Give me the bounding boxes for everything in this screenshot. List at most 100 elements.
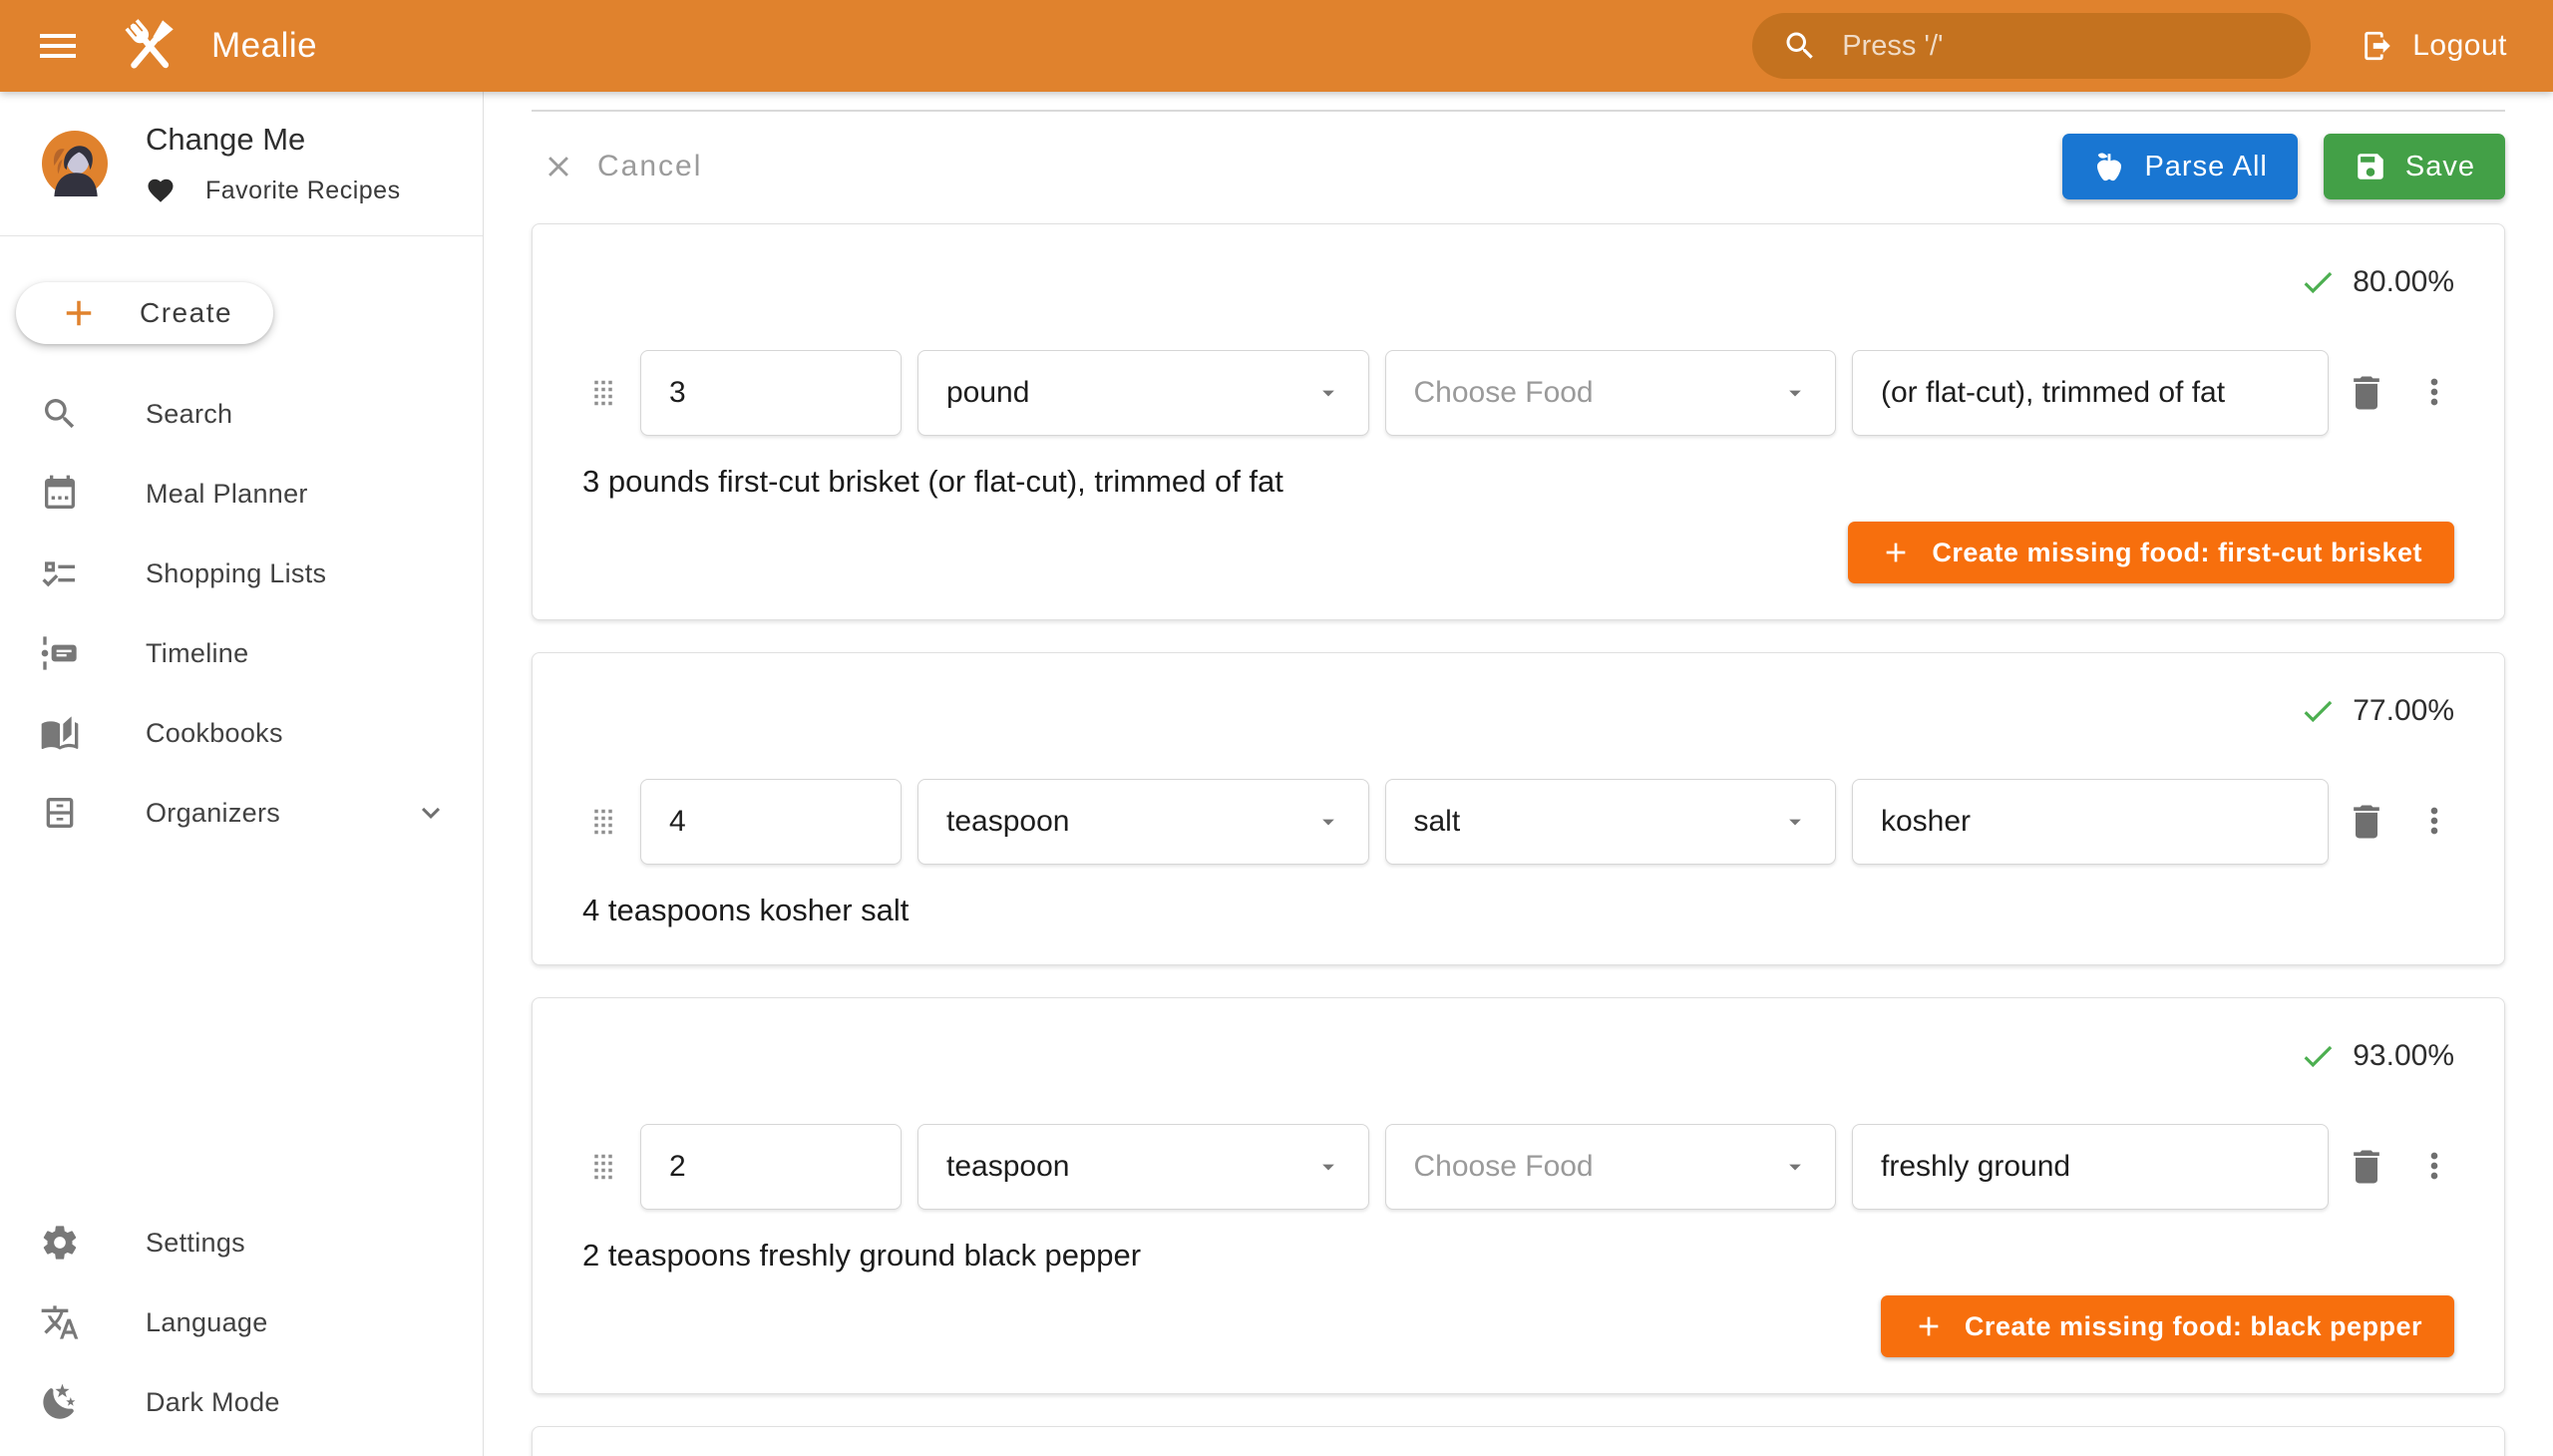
quantity-input[interactable] xyxy=(669,1150,873,1184)
note-field xyxy=(1852,1124,2329,1210)
drag-handle-icon[interactable] xyxy=(582,372,624,414)
confidence-row: 80.00% xyxy=(582,260,2454,304)
unit-select[interactable]: teaspoon xyxy=(917,779,1369,865)
missing-food-row: Create missing food: first-cut brisket xyxy=(582,522,2454,583)
unit-value: teaspoon xyxy=(946,805,1069,839)
user-profile[interactable]: Change Me Favorite Recipes xyxy=(0,92,483,235)
delete-ingredient-button[interactable] xyxy=(2345,1145,2388,1189)
food-select[interactable]: Choose Food xyxy=(1385,1124,1837,1210)
dropdown-arrow-icon xyxy=(1781,1153,1809,1181)
checklist-icon xyxy=(40,553,80,593)
confidence-row: 77.00% xyxy=(582,689,2454,733)
food-select[interactable]: Choose Food xyxy=(1385,350,1837,436)
sidebar-item-cookbooks[interactable]: Cookbooks xyxy=(0,693,483,773)
sidebar-item-organizers[interactable]: Organizers xyxy=(0,773,483,853)
search-icon xyxy=(40,394,80,434)
food-select[interactable]: salt xyxy=(1385,779,1837,865)
top-app-bar: Mealie Logout xyxy=(0,0,2553,92)
cancel-button[interactable]: Cancel xyxy=(532,150,712,183)
confidence-row: 93.00% xyxy=(582,1034,2454,1078)
confidence-value: 77.00% xyxy=(2353,694,2454,728)
dropdown-arrow-icon xyxy=(1314,379,1342,407)
heart-icon xyxy=(146,176,176,205)
timeline-icon xyxy=(40,633,80,673)
sidebar-item-settings[interactable]: Settings xyxy=(0,1203,483,1282)
hamburger-menu-button[interactable] xyxy=(34,22,82,70)
create-button[interactable]: Create xyxy=(16,282,273,344)
sidebar-item-dark-mode[interactable]: Dark Mode xyxy=(0,1362,483,1442)
note-input[interactable] xyxy=(1881,1150,2300,1184)
dropdown-arrow-icon xyxy=(1314,1153,1342,1181)
previous-card-partial-edge xyxy=(532,92,2505,112)
chevron-down-icon xyxy=(413,795,449,831)
global-search[interactable] xyxy=(1752,13,2311,79)
quantity-input[interactable] xyxy=(669,805,873,839)
parser-toolbar: Cancel Parse All Save xyxy=(532,134,2505,199)
ingredient-menu-button[interactable] xyxy=(2414,371,2454,415)
original-ingredient-text: 2 teaspoons freshly ground black pepper xyxy=(582,1238,2454,1274)
dropdown-arrow-icon xyxy=(1781,379,1809,407)
note-field xyxy=(1852,350,2329,436)
delete-ingredient-button[interactable] xyxy=(2345,800,2388,844)
note-input[interactable] xyxy=(1881,805,2300,839)
parse-all-button[interactable]: Parse All xyxy=(2062,134,2297,199)
close-icon xyxy=(542,150,575,183)
sidebar-item-label: Meal Planner xyxy=(146,479,308,510)
app-root: Mealie Logout Change Me Favorite Recipes xyxy=(0,0,2553,1456)
create-missing-food-button[interactable]: Create missing food: first-cut brisket xyxy=(1848,522,2454,583)
ingredient-card: 93.00% teaspoon Choose Food xyxy=(532,997,2505,1394)
ingredient-fields-row: pound Choose Food xyxy=(582,350,2454,436)
app-title: Mealie xyxy=(211,26,317,66)
kebab-menu-icon xyxy=(2414,372,2454,412)
unit-value: teaspoon xyxy=(946,1150,1069,1184)
apple-icon xyxy=(2092,150,2126,183)
unit-select[interactable]: pound xyxy=(917,350,1369,436)
sidebar-item-label: Shopping Lists xyxy=(146,558,326,589)
ingredient-menu-button[interactable] xyxy=(2414,1145,2454,1189)
delete-ingredient-button[interactable] xyxy=(2345,371,2388,415)
cancel-label: Cancel xyxy=(597,150,702,183)
confidence-value: 93.00% xyxy=(2353,1039,2454,1073)
drag-handle-icon[interactable] xyxy=(582,1146,624,1188)
ingredient-menu-button[interactable] xyxy=(2414,800,2454,844)
hamburger-icon xyxy=(34,22,82,70)
sidebar-item-search[interactable]: Search xyxy=(0,374,483,454)
sidebar-item-timeline[interactable]: Timeline xyxy=(0,613,483,693)
sidebar-item-language[interactable]: Language xyxy=(0,1282,483,1362)
gear-icon xyxy=(40,1223,80,1263)
kebab-menu-icon xyxy=(2414,1146,2454,1186)
sidebar-item-shopping-lists[interactable]: Shopping Lists xyxy=(0,534,483,613)
sidebar-item-label: Search xyxy=(146,399,232,430)
sidebar-item-meal-planner[interactable]: Meal Planner xyxy=(0,454,483,534)
sidebar-item-label: Settings xyxy=(146,1228,245,1259)
favorite-recipes-link[interactable]: Favorite Recipes xyxy=(146,176,401,205)
ingredient-parser-main: Cancel Parse All Save 80.00% xyxy=(484,92,2553,1456)
quantity-field xyxy=(640,779,902,865)
note-input[interactable] xyxy=(1881,376,2300,410)
save-icon xyxy=(2354,150,2387,183)
food-placeholder: Choose Food xyxy=(1414,1150,1594,1184)
search-input[interactable] xyxy=(1840,29,2281,64)
logout-button[interactable]: Logout xyxy=(2355,28,2513,64)
sidebar-item-label: Dark Mode xyxy=(146,1387,280,1418)
trash-icon xyxy=(2345,371,2388,415)
ingredient-fields-row: teaspoon Choose Food xyxy=(582,1124,2454,1210)
next-card-partial xyxy=(532,1426,2505,1456)
drag-handle-icon[interactable] xyxy=(582,801,624,843)
ingredient-card: 80.00% pound Choose Food xyxy=(532,223,2505,620)
quantity-field xyxy=(640,350,902,436)
avatar xyxy=(42,131,108,196)
note-field xyxy=(1852,779,2329,865)
favorite-recipes-label: Favorite Recipes xyxy=(205,177,401,205)
search-icon xyxy=(1782,28,1818,64)
unit-select[interactable]: teaspoon xyxy=(917,1124,1369,1210)
open-book-icon xyxy=(40,713,80,753)
create-missing-food-button[interactable]: Create missing food: black pepper xyxy=(1881,1295,2454,1357)
save-button[interactable]: Save xyxy=(2324,134,2505,199)
check-icon xyxy=(2299,1037,2337,1075)
quantity-input[interactable] xyxy=(669,376,873,410)
plus-icon xyxy=(1880,537,1912,568)
sidebar: Change Me Favorite Recipes Create Search… xyxy=(0,92,484,1456)
plus-icon xyxy=(58,292,100,334)
moon-stars-icon xyxy=(40,1382,80,1422)
